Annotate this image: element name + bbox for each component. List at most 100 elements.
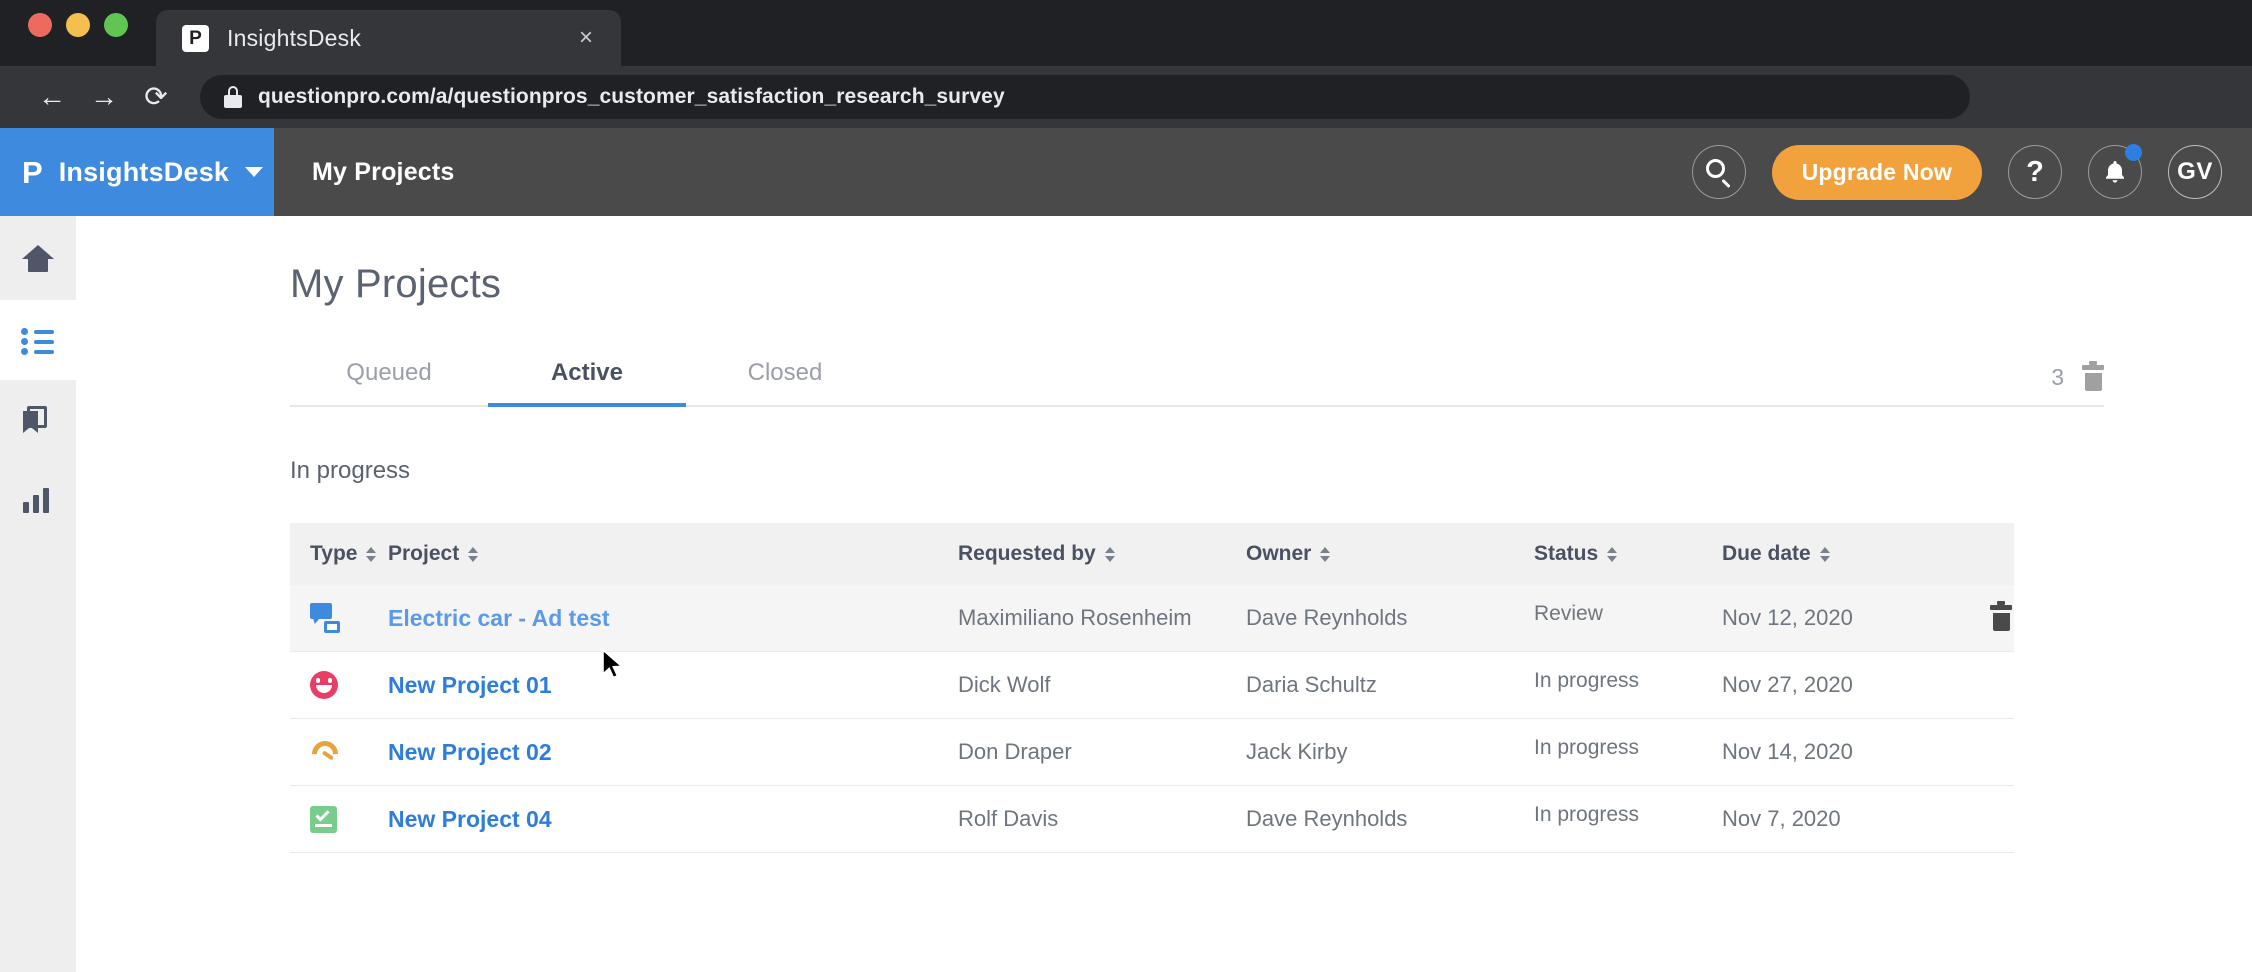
table-row[interactable]: New Project 02 Don Draper Jack Kirby In … bbox=[290, 719, 2014, 786]
sidebar-item-reports[interactable] bbox=[0, 460, 76, 540]
tab-closed[interactable]: Closed bbox=[686, 359, 884, 405]
notification-badge bbox=[2125, 144, 2142, 161]
checklist-icon bbox=[310, 805, 337, 833]
sort-icon[interactable] bbox=[1819, 546, 1830, 562]
tab-active[interactable]: Active bbox=[488, 359, 686, 407]
search-icon bbox=[1705, 159, 1732, 189]
help-button[interactable]: ? bbox=[2008, 145, 2062, 199]
cell-type bbox=[290, 735, 388, 773]
status-label: Review bbox=[1534, 601, 1603, 625]
tab-favicon-icon: P bbox=[182, 24, 209, 52]
section-label-in-progress: In progress bbox=[290, 457, 411, 484]
cell-status: In progress bbox=[1534, 803, 1722, 836]
table-row[interactable]: New Project 01 Dick Wolf Daria Schultz I… bbox=[290, 652, 2014, 719]
bar-chart-icon bbox=[21, 483, 55, 517]
project-link[interactable]: Electric car - Ad test bbox=[388, 605, 610, 631]
archive-count: 3 bbox=[2051, 364, 2064, 390]
column-header-due-date[interactable]: Due date bbox=[1722, 542, 1932, 566]
chat-icon bbox=[310, 603, 340, 633]
page-title: My Projects bbox=[290, 262, 502, 306]
avatar[interactable]: GV bbox=[2168, 145, 2222, 199]
sort-icon[interactable] bbox=[468, 546, 479, 562]
table-header-row: Type Project Requested by Owner Status D… bbox=[290, 523, 2014, 585]
close-icon[interactable]: × bbox=[573, 26, 599, 50]
url-text: questionpro.com/a/questionpros_customer_… bbox=[258, 85, 1005, 108]
sidebar bbox=[0, 216, 76, 972]
forward-icon[interactable]: → bbox=[78, 71, 130, 123]
notifications-button[interactable] bbox=[2088, 144, 2142, 199]
minimize-window-button[interactable] bbox=[66, 13, 90, 37]
cell-type bbox=[290, 671, 388, 699]
browser-tab[interactable]: P InsightsDesk × bbox=[156, 10, 621, 66]
delete-row-icon[interactable] bbox=[1990, 601, 2012, 631]
sort-icon[interactable] bbox=[366, 546, 377, 562]
brand-name: InsightsDesk bbox=[58, 156, 230, 187]
cell-project: New Project 01 bbox=[388, 672, 958, 699]
sort-icon[interactable] bbox=[1104, 546, 1115, 562]
trash-icon[interactable] bbox=[2082, 360, 2104, 391]
project-link[interactable]: New Project 01 bbox=[388, 672, 552, 698]
cell-type bbox=[290, 603, 388, 633]
table-row[interactable]: New Project 04 Rolf Davis Dave Reynholds… bbox=[290, 786, 2014, 853]
cell-requested-by: Maximiliano Rosenheim bbox=[958, 605, 1192, 630]
nav-item-my-projects[interactable]: My Projects bbox=[274, 128, 493, 216]
close-window-button[interactable] bbox=[28, 13, 52, 37]
column-label: Owner bbox=[1246, 542, 1312, 565]
project-link[interactable]: New Project 02 bbox=[388, 739, 552, 765]
search-button[interactable] bbox=[1691, 145, 1746, 199]
sidebar-item-home[interactable] bbox=[0, 220, 76, 300]
column-header-type[interactable]: Type bbox=[290, 542, 388, 566]
browser-chrome: P InsightsDesk × ← → ⟳ questionpro.com/a… bbox=[0, 0, 2252, 128]
cell-status: In progress bbox=[1534, 736, 1722, 769]
tabs-meta: 3 bbox=[2051, 360, 2104, 405]
cell-due-date: Nov 7, 2020 bbox=[1722, 806, 1841, 831]
bell-icon bbox=[2106, 161, 2124, 183]
cell-project: New Project 04 bbox=[388, 806, 958, 833]
sidebar-item-library[interactable] bbox=[0, 380, 76, 460]
table-row[interactable]: Electric car - Ad test Maximiliano Rosen… bbox=[290, 585, 2014, 652]
header-spacer bbox=[493, 128, 1692, 216]
tab-queued[interactable]: Queued bbox=[290, 359, 488, 405]
reload-icon[interactable]: ⟳ bbox=[130, 71, 182, 123]
cell-type bbox=[290, 805, 388, 833]
browser-tabstrip: P InsightsDesk × bbox=[0, 0, 2252, 66]
status-label: In progress bbox=[1534, 735, 1640, 759]
column-header-owner[interactable]: Owner bbox=[1246, 542, 1534, 566]
list-icon bbox=[21, 323, 55, 357]
chevron-down-icon[interactable] bbox=[245, 167, 264, 177]
cell-project: Electric car - Ad test bbox=[388, 605, 958, 632]
cell-status: In progress bbox=[1534, 669, 1722, 702]
sort-icon[interactable] bbox=[1320, 546, 1331, 562]
brand-logo-icon: P bbox=[22, 154, 43, 190]
cell-project: New Project 02 bbox=[388, 739, 958, 766]
upgrade-now-button[interactable]: Upgrade Now bbox=[1771, 144, 1982, 200]
cell-due-date: Nov 14, 2020 bbox=[1722, 739, 1853, 764]
column-label: Project bbox=[388, 542, 460, 565]
column-header-project[interactable]: Project bbox=[388, 542, 958, 566]
cell-due-date: Nov 12, 2020 bbox=[1722, 605, 1853, 630]
project-link[interactable]: New Project 04 bbox=[388, 806, 552, 832]
maximize-window-button[interactable] bbox=[104, 13, 128, 37]
tab-title: InsightsDesk bbox=[227, 24, 362, 51]
status-label: In progress bbox=[1534, 802, 1640, 826]
cell-due-date: Nov 27, 2020 bbox=[1722, 672, 1853, 697]
column-label: Requested by bbox=[958, 542, 1096, 565]
back-icon[interactable]: ← bbox=[26, 71, 78, 123]
project-status-tabs: Queued Active Closed 3 bbox=[290, 359, 2104, 407]
window-traffic-lights bbox=[28, 0, 128, 66]
cell-requested-by: Rolf Davis bbox=[958, 806, 1059, 831]
app-header: P InsightsDesk My Projects Upgrade Now ?… bbox=[0, 128, 2252, 216]
column-header-requested-by[interactable]: Requested by bbox=[958, 542, 1246, 566]
sidebar-item-projects[interactable] bbox=[0, 300, 76, 380]
column-label: Due date bbox=[1722, 542, 1811, 565]
cell-requested-by: Don Draper bbox=[958, 739, 1072, 764]
column-header-status[interactable]: Status bbox=[1534, 542, 1722, 566]
cell-requested-by: Dick Wolf bbox=[958, 672, 1051, 697]
sort-icon[interactable] bbox=[1607, 546, 1618, 562]
brand-menu[interactable]: P InsightsDesk bbox=[0, 128, 274, 216]
column-label: Status bbox=[1534, 542, 1599, 565]
address-bar[interactable]: questionpro.com/a/questionpros_customer_… bbox=[200, 75, 1970, 119]
header-actions: Upgrade Now ? GV bbox=[1691, 128, 2252, 216]
cell-owner: Dave Reynholds bbox=[1246, 605, 1408, 630]
column-label: Type bbox=[310, 542, 358, 565]
